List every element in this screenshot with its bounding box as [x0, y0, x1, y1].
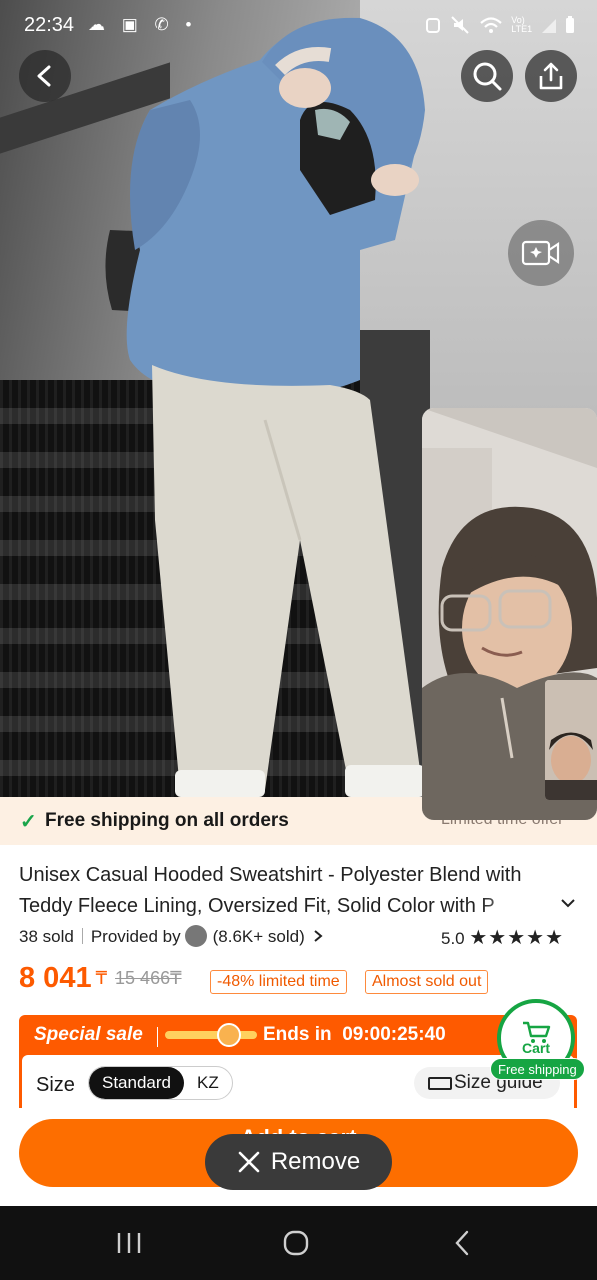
size-selector[interactable]: Standard KZ: [88, 1066, 233, 1100]
sale-progress-bar: [165, 1031, 257, 1039]
sale-progress-knob: [217, 1023, 242, 1047]
back-button[interactable]: [19, 50, 71, 102]
home-icon[interactable]: [283, 1230, 309, 1256]
cart-free-shipping-badge: Free shipping: [490, 1058, 585, 1080]
size-option-standard[interactable]: Standard: [89, 1067, 184, 1099]
video-camera-icon: [521, 240, 560, 266]
product-title[interactable]: Unisex Casual Hooded Sweatshirt - Polyes…: [19, 860, 559, 922]
sale-countdown: Ends in 09:00:25:40: [263, 1024, 446, 1046]
price-row: 8 041 ₸ 15 466₸: [19, 962, 182, 1002]
provided-by-label: Provided by: [90, 927, 181, 946]
battery-icon: [566, 16, 574, 33]
original-price: 15 466₸: [115, 968, 182, 988]
chevron-down-icon: [561, 899, 575, 908]
lte-label: Vo) LTE1: [511, 16, 532, 34]
share-button[interactable]: [525, 50, 577, 102]
back-nav-icon[interactable]: [453, 1230, 471, 1256]
product-meta: 38 sold Provided by (8.6K+ sold): [19, 925, 324, 947]
current-price: 8 041: [19, 962, 92, 994]
currency-symbol: ₸: [95, 968, 108, 988]
chevron-right-icon[interactable]: [313, 929, 324, 943]
sold-count: 38 sold: [19, 927, 74, 946]
chevron-left-icon: [37, 65, 51, 87]
countdown-value: 09:00:25:40: [342, 1024, 446, 1045]
rating-value: 5.0: [441, 929, 465, 948]
signal-icon: [541, 19, 556, 33]
self-view-feed: [545, 680, 597, 800]
remove-label: Remove: [270, 1148, 361, 1175]
search-button[interactable]: [461, 50, 513, 102]
ends-in-label: Ends in: [263, 1024, 332, 1045]
system-icons: Vo) LTE1: [424, 16, 575, 39]
search-icon: [473, 62, 502, 91]
size-label: Size: [36, 1074, 75, 1096]
mute-icon: [451, 16, 470, 34]
expand-title-icon[interactable]: [560, 895, 576, 913]
free-shipping-text: Free shipping on all orders: [45, 810, 289, 831]
status-bar: 22:34 ☁ ▣ ✆ • Vo) LTE1: [0, 0, 597, 50]
store-avatar[interactable]: [184, 925, 207, 947]
alarm-icon: [425, 18, 440, 33]
notification-icons: ☁ ▣ ✆ •: [88, 15, 198, 34]
self-view-video[interactable]: [545, 680, 597, 800]
discount-tag: -48% limited time: [210, 970, 347, 994]
rating[interactable]: 5.0 ★★★★★: [441, 925, 564, 950]
lte-network-label: LTE1: [511, 24, 533, 34]
store-sold-count[interactable]: (8.6K+ sold): [213, 927, 305, 946]
special-sale-label: Special sale: [34, 1024, 143, 1045]
wifi-icon: [480, 17, 502, 33]
size-option-kz[interactable]: KZ: [184, 1067, 232, 1099]
close-icon: [238, 1151, 260, 1173]
share-icon: [539, 62, 563, 90]
status-time: 22:34: [24, 14, 75, 36]
check-icon: ✓: [20, 811, 37, 833]
star-icons: ★★★★★: [469, 927, 565, 949]
cart-label: Cart: [521, 1040, 550, 1056]
video-badge[interactable]: [508, 220, 574, 286]
stock-tag: Almost sold out: [365, 970, 489, 994]
remove-toast-button[interactable]: Remove: [205, 1134, 392, 1190]
recent-apps-icon[interactable]: [116, 1231, 142, 1255]
system-navigation-bar: [0, 1206, 597, 1280]
ruler-icon: [428, 1077, 452, 1090]
